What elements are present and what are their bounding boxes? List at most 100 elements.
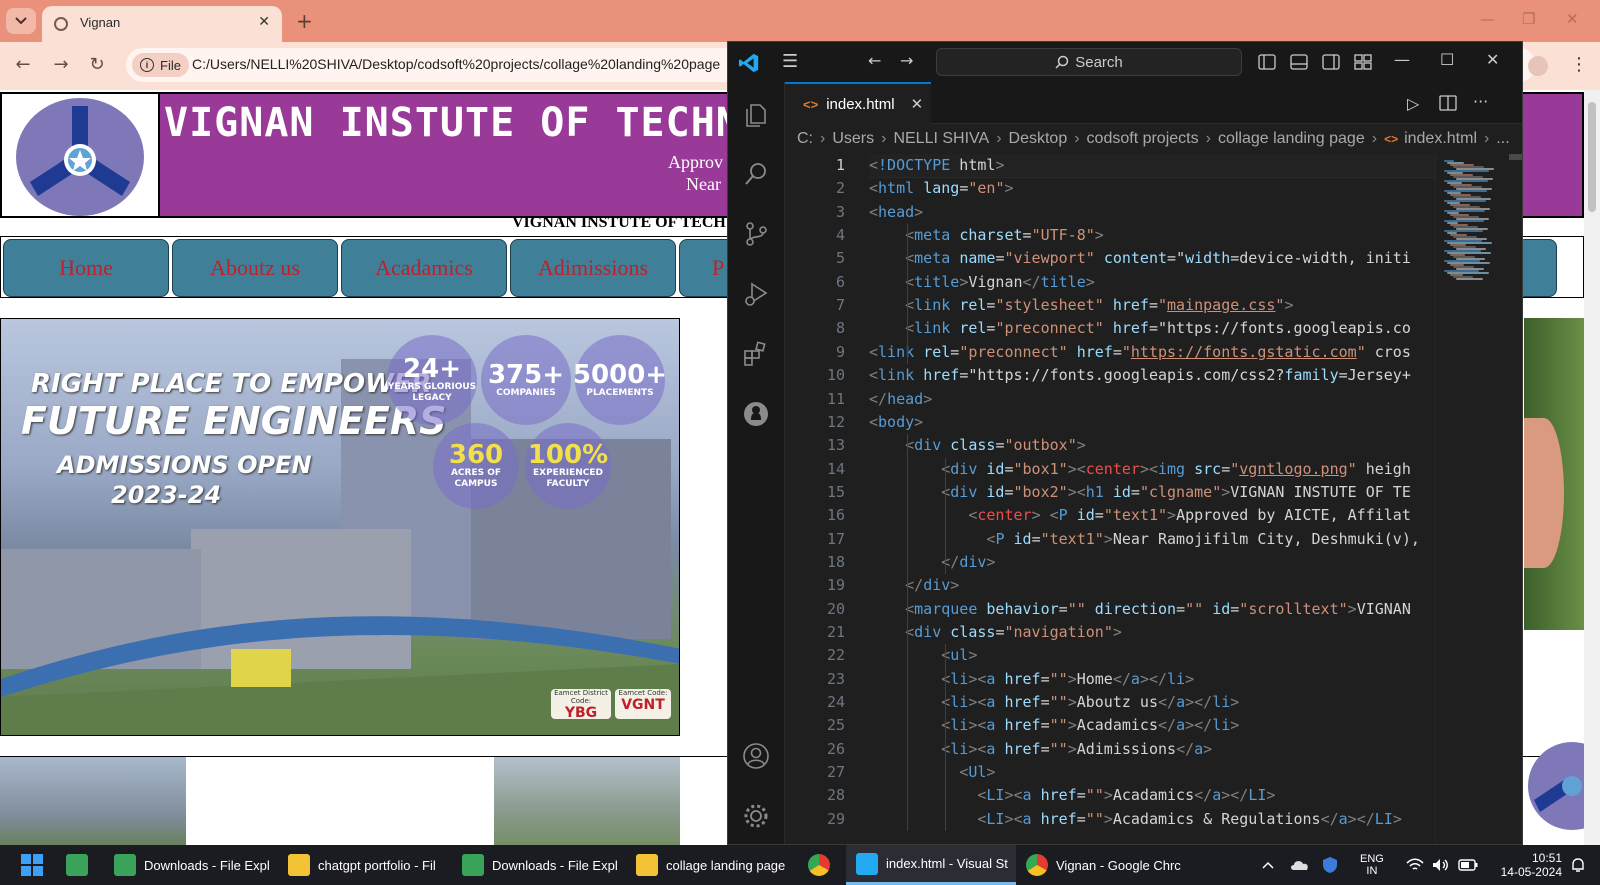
show-hidden-icons[interactable]: [1262, 845, 1274, 885]
wifi-icon[interactable]: [1406, 845, 1424, 885]
code-line[interactable]: <div class="outbox">: [869, 434, 1086, 457]
security-shield-icon[interactable]: [1322, 845, 1338, 885]
code-line[interactable]: <html lang="en">: [869, 177, 1014, 200]
toggle-sidebar-icon[interactable]: [1258, 53, 1276, 71]
code-line[interactable]: <marquee behavior="" direction="" id="sc…: [869, 598, 1411, 621]
code-text[interactable]: <!DOCTYPE html> <html lang="en"> <head> <m…: [869, 154, 1435, 844]
taskbar-maps-app[interactable]: [66, 845, 88, 885]
close-window-icon[interactable]: ✕: [1566, 10, 1579, 28]
split-editor-icon[interactable]: [1439, 95, 1457, 111]
code-line[interactable]: </div>: [869, 574, 959, 597]
account-icon[interactable]: [742, 742, 770, 770]
breadcrumb-item[interactable]: Users: [832, 130, 874, 148]
more-actions-icon[interactable]: ···: [1473, 92, 1488, 111]
nav-partial-link[interactable]: [1517, 239, 1557, 297]
extensions-icon[interactable]: [742, 340, 770, 368]
code-line[interactable]: <center> <P id="text1">Approved by AICTE…: [869, 504, 1411, 527]
toggle-panel-icon[interactable]: [1290, 53, 1308, 71]
nav-home-link[interactable]: Home: [3, 239, 169, 297]
code-line[interactable]: <title>Vignan</title>: [869, 271, 1095, 294]
reload-icon[interactable]: ↻: [84, 54, 110, 78]
close-window-icon[interactable]: ✕: [1486, 50, 1499, 69]
system-clock[interactable]: 10:51 14-05-2024: [1490, 845, 1562, 885]
minimize-icon[interactable]: —: [1394, 50, 1410, 69]
restore-icon[interactable]: ❐: [1522, 10, 1535, 28]
code-line[interactable]: <P id="text1">Near Ramojifilm City, Desh…: [869, 528, 1419, 551]
start-button[interactable]: [20, 845, 44, 885]
run-file-icon[interactable]: ▷: [1407, 94, 1419, 113]
code-line[interactable]: <div id="box2"><h1 id="clgname">VIGNAN I…: [869, 481, 1411, 504]
close-tab-icon[interactable]: ✕: [911, 95, 924, 113]
site-info-chip[interactable]: i File: [132, 53, 189, 77]
code-line[interactable]: <LI><a href="">Acadamics & Regulations</…: [869, 808, 1401, 831]
hamburger-menu-icon[interactable]: ☰: [782, 51, 798, 72]
taskbar-item[interactable]: Vignan - Google Chrc: [1026, 845, 1181, 885]
maximize-icon[interactable]: ☐: [1440, 50, 1454, 69]
editor-scrollbar[interactable]: [1509, 154, 1522, 844]
breadcrumb-item[interactable]: C:: [797, 130, 813, 148]
tab-index-html[interactable]: <> index.html ✕: [785, 82, 931, 124]
forward-arrow-icon[interactable]: →: [900, 51, 913, 70]
code-line[interactable]: <LI><a href="">Acadamics</a></LI>: [869, 784, 1275, 807]
notifications-bell-icon[interactable]: [1570, 845, 1586, 885]
browser-tab-vignan[interactable]: Vignan ✕: [42, 6, 282, 42]
breadcrumb-item[interactable]: collage landing page: [1218, 130, 1365, 148]
code-line[interactable]: <li><a href="">Aboutz us</a></li>: [869, 691, 1239, 714]
taskbar-item[interactable]: Downloads - File Expl: [462, 845, 618, 885]
close-tab-icon[interactable]: ✕: [258, 14, 270, 30]
code-line[interactable]: <link rel="stylesheet" href="mainpage.cs…: [869, 294, 1293, 317]
code-line[interactable]: <li><a href="">Acadamics</a></li>: [869, 714, 1239, 737]
page-scrollbar[interactable]: [1584, 90, 1600, 845]
language-indicator[interactable]: ENG IN: [1360, 845, 1384, 885]
minimap[interactable]: [1435, 154, 1505, 844]
search-icon[interactable]: [742, 160, 770, 188]
kebab-menu-icon[interactable]: ⋮: [1570, 54, 1588, 75]
back-arrow-icon[interactable]: ←: [10, 54, 36, 78]
code-line[interactable]: <ul>: [869, 644, 977, 667]
code-line[interactable]: <li><a href="">Home</a></li>: [869, 668, 1194, 691]
code-line[interactable]: <link rel="preconnect" href="https://fon…: [869, 317, 1411, 340]
explorer-icon[interactable]: [742, 100, 770, 128]
onedrive-icon[interactable]: [1290, 845, 1310, 885]
source-control-icon[interactable]: [742, 220, 770, 248]
code-line[interactable]: <head>: [869, 201, 923, 224]
code-line[interactable]: <Ul>: [869, 761, 995, 784]
code-line[interactable]: <!DOCTYPE html>: [869, 154, 1435, 178]
breadcrumb-item[interactable]: NELLI SHIVA: [893, 130, 989, 148]
command-search[interactable]: Search: [936, 48, 1242, 76]
nav-about-link[interactable]: Aboutz us: [172, 239, 338, 297]
back-arrow-icon[interactable]: ←: [868, 51, 881, 70]
code-editor[interactable]: 1 2 3 4 5 6 7 8 9 10 11 12 13 14 15 16 17 18 19 20 21 22 23 24 2…: [785, 154, 1522, 844]
taskbar-item[interactable]: chatgpt portfolio - Fil: [288, 845, 436, 885]
taskbar-item[interactable]: Downloads - File Expl: [114, 845, 270, 885]
code-line[interactable]: </div>: [869, 551, 995, 574]
taskbar-item[interactable]: collage landing page: [636, 845, 785, 885]
breadcrumb-item[interactable]: codsoft projects: [1087, 130, 1199, 148]
gear-icon[interactable]: [742, 802, 770, 830]
forward-arrow-icon[interactable]: →: [48, 54, 74, 78]
customize-layout-icon[interactable]: [1354, 53, 1372, 71]
run-debug-icon[interactable]: [742, 280, 770, 308]
profile-avatar[interactable]: [1528, 56, 1548, 76]
breadcrumb-item[interactable]: Desktop: [1009, 130, 1068, 148]
code-line[interactable]: </head>: [869, 388, 932, 411]
nav-admissions-link[interactable]: Adimissions: [510, 239, 676, 297]
github-icon[interactable]: [742, 400, 770, 428]
battery-icon[interactable]: [1458, 845, 1478, 885]
minimize-icon[interactable]: —: [1480, 10, 1495, 28]
code-line[interactable]: <meta charset="UTF-8">: [869, 224, 1104, 247]
new-tab-button[interactable]: +: [296, 9, 313, 33]
tab-search-button[interactable]: [6, 8, 36, 34]
breadcrumb-item[interactable]: ...: [1496, 130, 1509, 148]
code-line[interactable]: <div id="box1"><center><img src="vgntlog…: [869, 458, 1411, 481]
taskbar-item[interactable]: index.html - Visual St: [846, 845, 1016, 885]
code-line[interactable]: <link href="https://fonts.googleapis.com…: [869, 364, 1411, 387]
volume-icon[interactable]: [1432, 845, 1450, 885]
code-line[interactable]: <body>: [869, 411, 923, 434]
nav-academics-link[interactable]: Acadamics: [341, 239, 507, 297]
code-line[interactable]: <li><a href="">Adimissions</a>: [869, 738, 1212, 761]
taskbar-chrome[interactable]: [808, 845, 830, 885]
breadcrumb-item[interactable]: index.html: [1404, 130, 1477, 148]
code-line[interactable]: <meta name="viewport" content="width=dev…: [869, 247, 1411, 270]
toggle-secondary-sidebar-icon[interactable]: [1322, 53, 1340, 71]
